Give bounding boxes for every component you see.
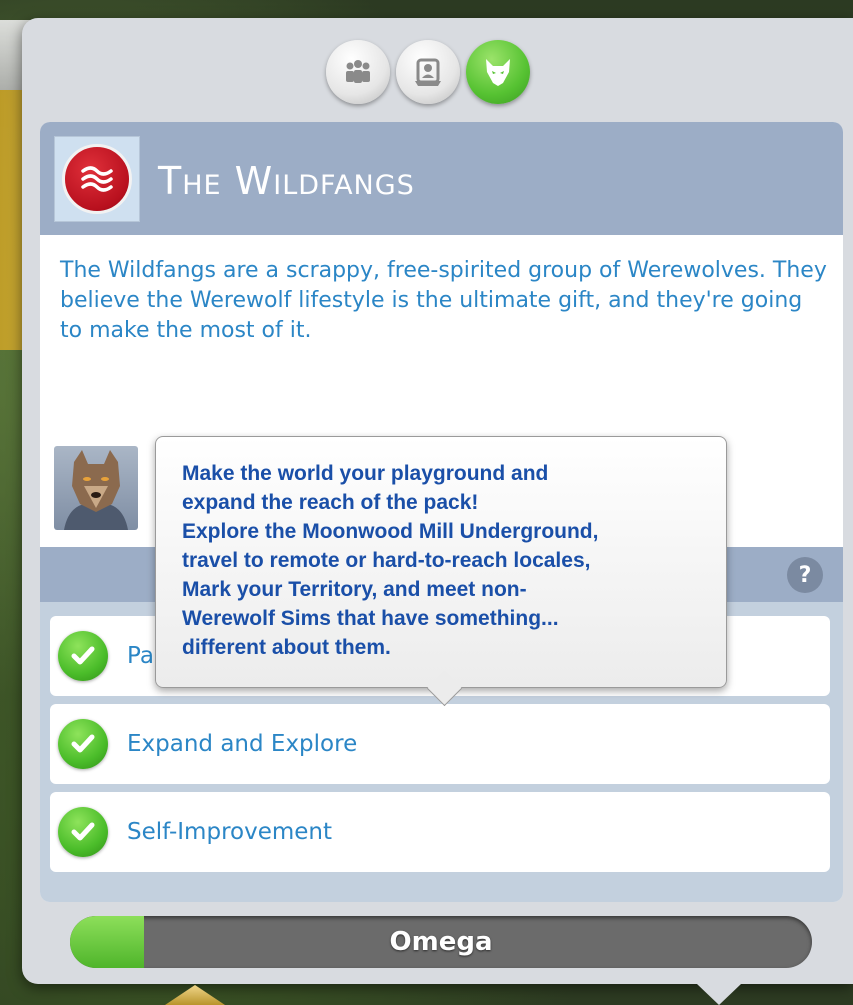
pack-leader-avatar[interactable]: [54, 446, 138, 530]
werewolf-portrait: [64, 450, 128, 530]
tab-group[interactable]: [326, 40, 390, 104]
tab-werewolf-pack[interactable]: [466, 40, 530, 104]
checkmark-icon: [58, 719, 108, 769]
rank-progress-bar[interactable]: Omega: [70, 916, 812, 968]
help-button[interactable]: ?: [787, 557, 823, 593]
checkmark-icon: [58, 807, 108, 857]
tooltip-line: different about them.: [182, 636, 391, 659]
tooltip-line: Werewolf Sims that have something...: [182, 607, 559, 630]
panel-tabs: [326, 40, 530, 104]
pack-emblem: [62, 144, 132, 214]
pack-title: The Wildfangs: [158, 159, 415, 203]
checkmark-icon: [58, 631, 108, 681]
claw-marks-icon: [81, 166, 113, 192]
goal-label: Pa: [127, 643, 154, 669]
portrait-badge-icon: [415, 58, 441, 86]
tooltip-line: Mark your Territory, and meet non-: [182, 578, 527, 601]
tab-profile[interactable]: [396, 40, 460, 104]
goal-label: Expand and Explore: [127, 731, 358, 757]
pack-emblem-frame: [54, 136, 140, 222]
rank-label: Omega: [389, 927, 493, 957]
goal-row-self-improvement[interactable]: Self-Improvement: [50, 792, 830, 872]
goal-row-expand-and-explore[interactable]: Expand and Explore: [50, 704, 830, 784]
tooltip-line: travel to remote or hard-to-reach locale…: [182, 549, 591, 572]
goal-label: Self-Improvement: [127, 819, 333, 845]
group-icon: [346, 60, 370, 83]
tooltip-line: expand the reach of the pack!: [182, 491, 479, 514]
pack-header: The Wildfangs: [40, 122, 843, 235]
tooltip-line: Explore the Moonwood Mill Underground,: [182, 520, 599, 543]
tooltip-text: Make the world your playground and expan…: [182, 459, 712, 662]
wolf-icon: [486, 59, 510, 86]
tooltip-line: Make the world your playground and: [182, 462, 549, 485]
goal-tooltip: Make the world your playground and expan…: [155, 436, 727, 707]
pack-description: The Wildfangs are a scrappy, free-spirit…: [60, 258, 827, 343]
